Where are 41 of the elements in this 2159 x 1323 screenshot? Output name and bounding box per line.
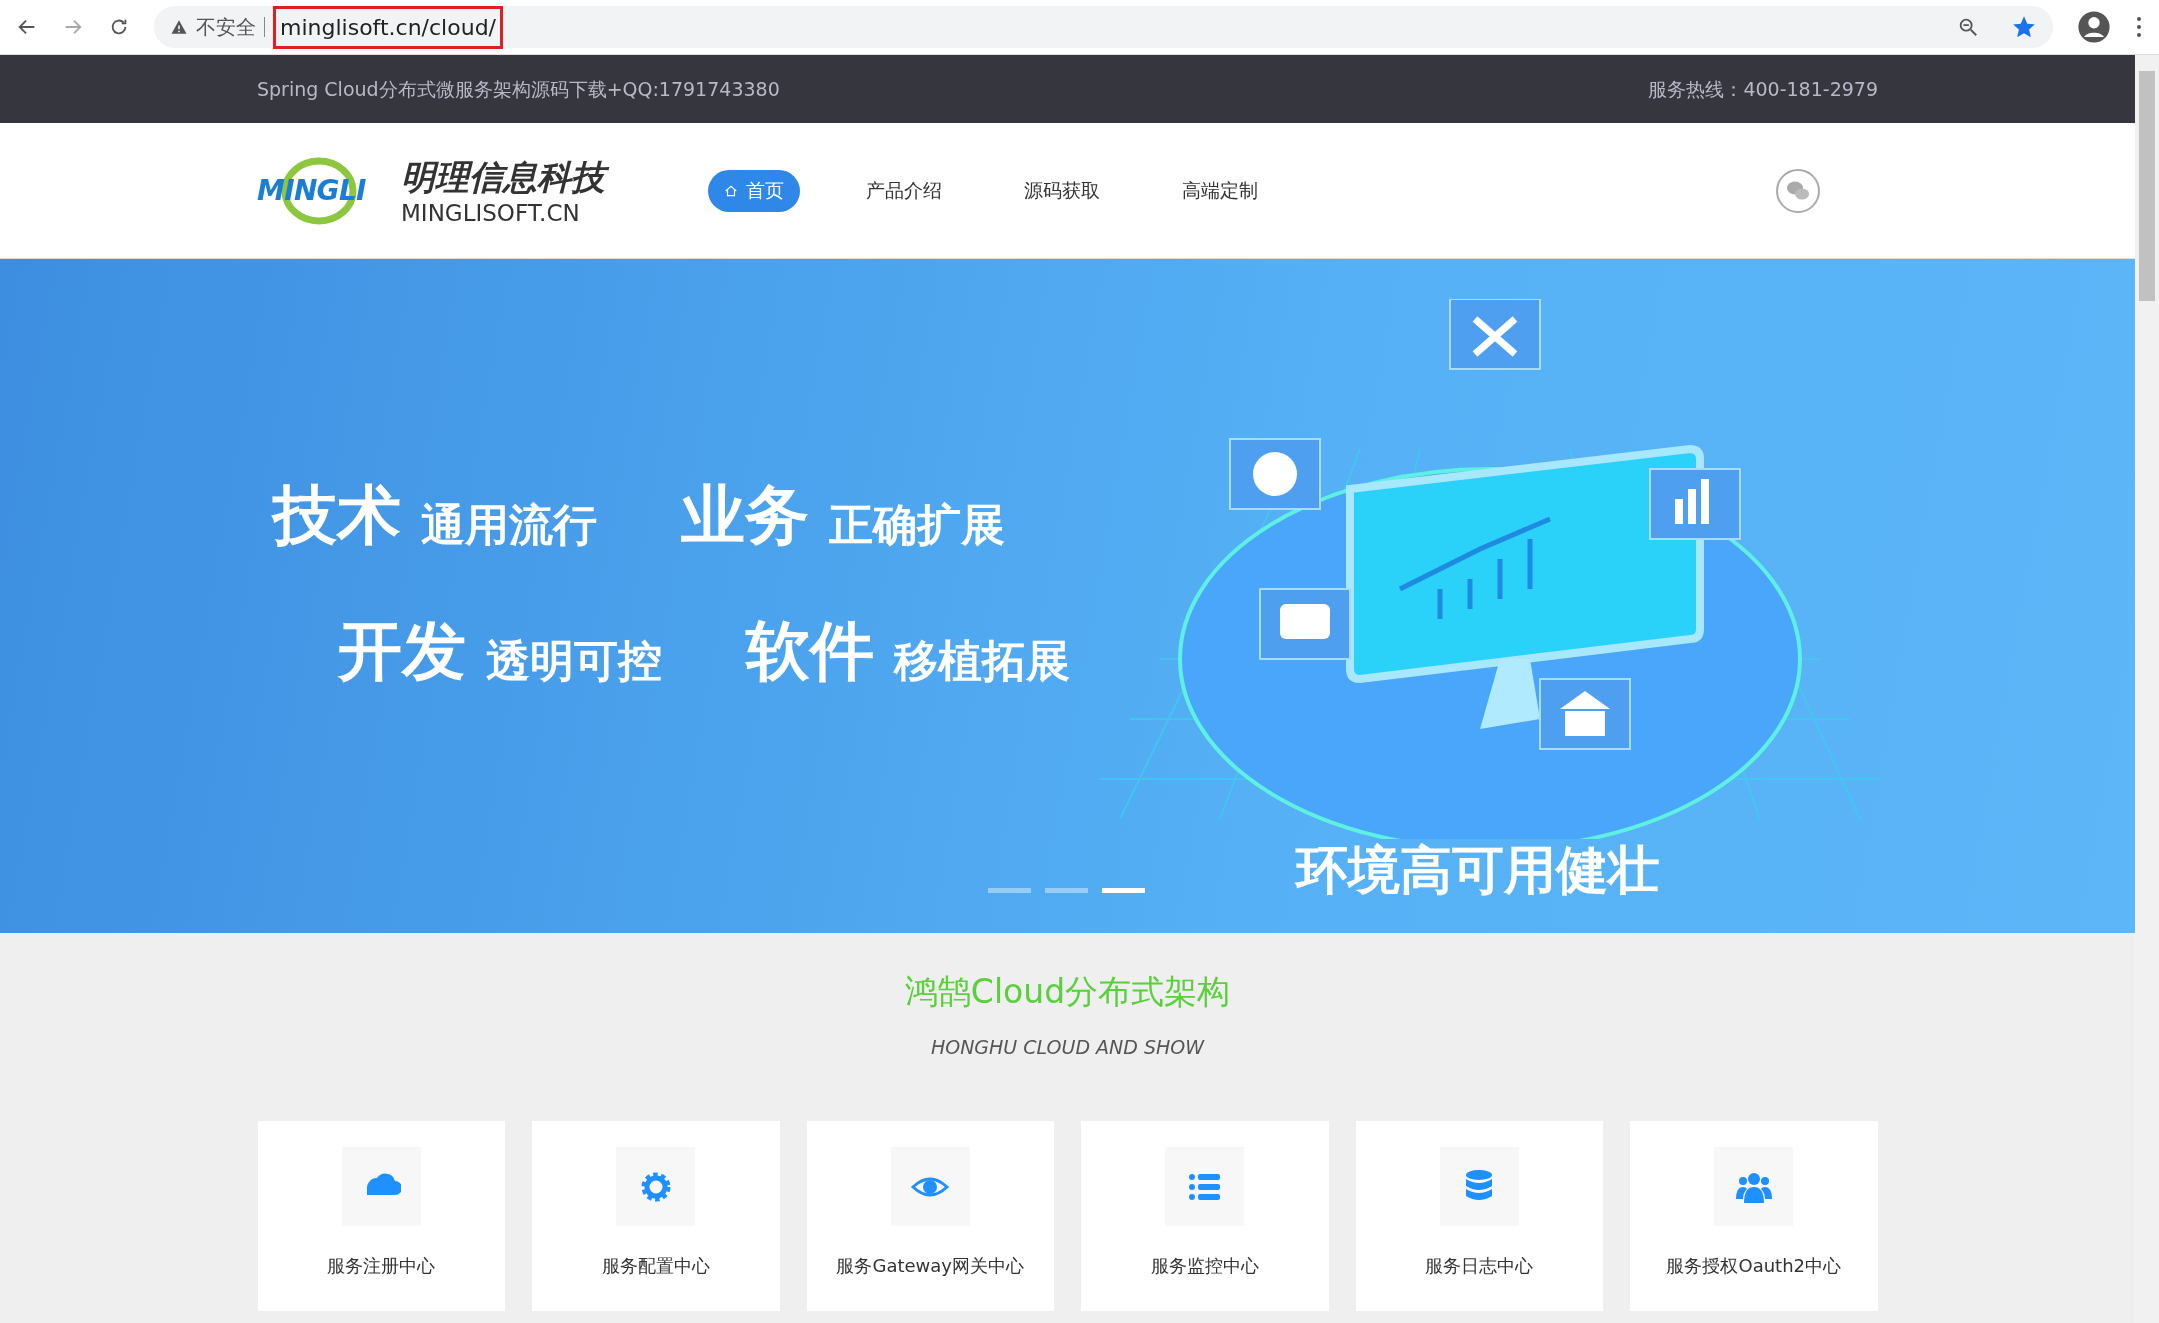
address-bar[interactable]: 不安全 minglisoft.cn/cloud/ [154, 6, 2053, 48]
slogan-text: 移植拓展 [894, 639, 1070, 683]
service-card[interactable]: 服务日志中心 [1355, 1121, 1603, 1311]
url-text: minglisoft.cn/cloud/ [273, 5, 503, 49]
card-label: 服务Gateway网关中心 [836, 1254, 1024, 1278]
section-subtitle: HONGHU CLOUD AND SHOW [930, 1034, 1205, 1060]
nav-tab[interactable]: 产品介绍 [850, 169, 958, 212]
slogan-text: 正确扩展 [829, 503, 1005, 547]
zoom-icon[interactable] [1957, 16, 1979, 38]
profile-icon[interactable] [2077, 10, 2111, 44]
slogan-text: 通用流行 [421, 503, 597, 547]
security-label: 不安全 [196, 14, 256, 41]
slogan-text: 透明可控 [486, 639, 662, 683]
slogan-heading: 软件 [746, 619, 874, 683]
star-icon[interactable] [2011, 14, 2037, 40]
hotline-text: 服务热线：400-181-2979 [1648, 76, 1878, 102]
service-card[interactable]: 服务注册中心 [257, 1121, 505, 1311]
brand-domain: MINGLISOFT.CN [401, 202, 581, 226]
menu-icon[interactable] [2135, 15, 2143, 39]
wechat-icon[interactable] [1775, 167, 1821, 214]
card-label: 服务授权Oauth2中心 [1666, 1254, 1841, 1278]
service-card[interactable]: 服务配置中心 [532, 1121, 780, 1311]
nav-tab[interactable]: 首页 [708, 169, 800, 212]
section-title: 鸿鹄Cloud分布式架构 [904, 971, 1231, 1013]
brand-name: 明理信息科技 [401, 155, 613, 199]
warning-icon [170, 18, 188, 36]
nav-tab[interactable]: 高端定制 [1166, 169, 1274, 212]
card-label: 服务注册中心 [327, 1254, 436, 1278]
card-label: 服务配置中心 [601, 1254, 710, 1278]
top-bar-text: Spring Cloud分布式微服务架构源码下载+QQ:1791743380 [257, 76, 780, 102]
card-label: 服务监控中心 [1150, 1254, 1259, 1278]
slogan-heading: 技术 [273, 483, 401, 547]
service-card[interactable]: 服务监控中心 [1081, 1121, 1329, 1311]
card-label: 服务日志中心 [1425, 1254, 1534, 1278]
slogan-heading: 开发 [338, 619, 466, 683]
service-card[interactable]: 服务授权Oauth2中心 [1630, 1121, 1878, 1311]
nav-tab[interactable]: 源码获取 [1008, 169, 1116, 212]
service-card[interactable]: 服务Gateway网关中心 [806, 1121, 1054, 1311]
home-icon [724, 183, 738, 198]
slogan-heading: 业务 [681, 483, 809, 547]
banner-caption: 环境高可用健壮 [1296, 839, 1660, 902]
